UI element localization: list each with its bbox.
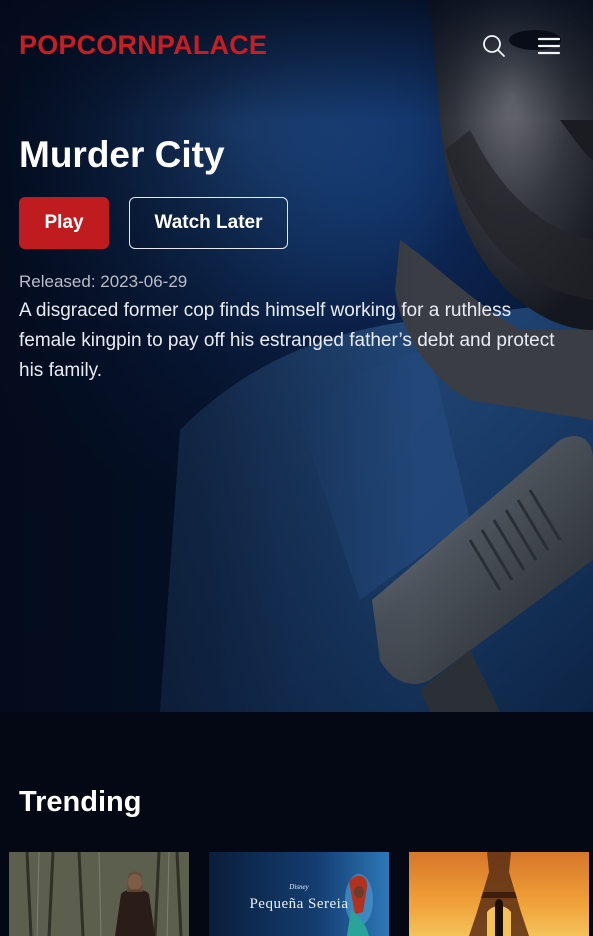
poster-title-text: Pequeña Sereia — [249, 896, 349, 912]
little-mermaid-poster-image — [209, 852, 389, 936]
search-icon[interactable] — [481, 33, 507, 59]
little-mermaid-card[interactable]: Disney Pequeña Sereia — [209, 852, 389, 936]
forest-poster-image — [9, 852, 189, 936]
trending-heading: Trending — [19, 786, 142, 818]
forest-movie-card[interactable] — [9, 852, 189, 936]
play-button[interactable]: Play — [19, 197, 109, 249]
eiffel-tower-movie-card[interactable] — [409, 852, 589, 936]
release-date: Released: 2023-06-29 — [19, 272, 188, 291]
studio-label: Disney — [289, 883, 309, 891]
movie-title: Murder City — [19, 134, 225, 175]
watch-later-button[interactable]: Watch Later — [129, 197, 288, 249]
trending-carousel: Disney Pequeña Sereia — [9, 852, 593, 936]
brand-logo[interactable]: POPCORNPALACE — [19, 30, 267, 61]
movie-description: A disgraced former cop finds himself wor… — [19, 300, 555, 381]
hamburger-menu-icon[interactable] — [536, 33, 562, 59]
eiffel-poster-image — [409, 852, 589, 936]
